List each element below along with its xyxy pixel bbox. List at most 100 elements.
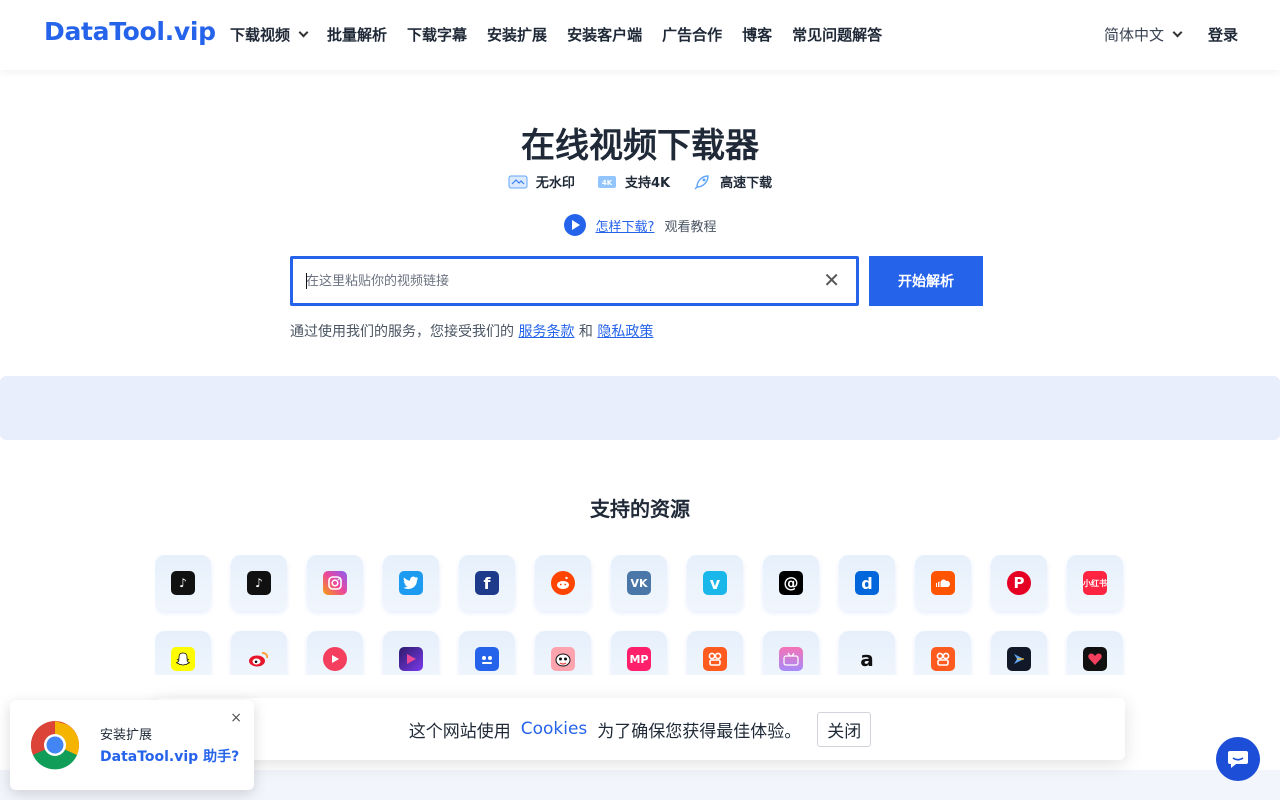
site-header: DataTool.vip 下载视频 批量解析 下载字幕 安装扩展 安装客户端 广…: [0, 0, 1280, 70]
tiktok-icon: ♪: [171, 571, 195, 595]
text-caret: [306, 273, 307, 289]
terms-notice: 通过使用我们的服务，您接受我们的 服务条款 和 隐私政策: [290, 321, 653, 341]
source-xigua[interactable]: [991, 631, 1047, 675]
page-title: 在线视频下载器: [521, 126, 759, 166]
main-nav: 下载视频 批量解析 下载字幕 安装扩展 安装客户端 广告合作 博客 常见问题解答: [230, 24, 882, 45]
soundcloud-icon: [931, 571, 955, 595]
howto-link[interactable]: 怎样下载?: [596, 216, 655, 235]
howto-text: 观看教程: [664, 219, 717, 235]
search-box: ✕: [290, 256, 859, 306]
kuaishou-icon: [703, 647, 727, 671]
cookie-close-button[interactable]: 关闭: [817, 711, 872, 747]
terms-prefix: 通过使用我们的服务，您接受我们的: [290, 324, 514, 340]
source-vk[interactable]: VK: [611, 555, 667, 611]
source-weibo[interactable]: [231, 631, 287, 675]
weishi-icon: [1083, 647, 1107, 671]
vimeo-icon: v: [703, 571, 727, 595]
source-facebook[interactable]: f: [459, 555, 515, 611]
vk-icon: VK: [627, 571, 651, 595]
xiaohongshu-label: 小红书: [1083, 578, 1107, 588]
source-pinterest[interactable]: P: [991, 555, 1047, 611]
nav-ad-partnership[interactable]: 广告合作: [662, 24, 722, 45]
source-vimeo[interactable]: v: [687, 555, 743, 611]
play-icon[interactable]: [563, 214, 586, 236]
sources-grid: ♪ ♪ f VK v @ d P 小红书 MP a: [155, 555, 1135, 675]
source-twitter[interactable]: [383, 555, 439, 611]
rocket-icon: [692, 174, 712, 190]
chevron-down-icon: [1172, 27, 1183, 38]
threads-icon: @: [779, 571, 803, 595]
login-link[interactable]: 登录: [1208, 24, 1238, 45]
clear-icon[interactable]: ✕: [823, 270, 840, 290]
source-xiaohongshu[interactable]: 小红书: [1067, 555, 1123, 611]
nav-install-client[interactable]: 安装客户端: [567, 24, 642, 45]
cookie-text-suffix: 为了确保您获得最佳体验。: [597, 721, 802, 742]
nav-faq[interactable]: 常见问题解答: [792, 24, 882, 45]
source-reddit[interactable]: [535, 555, 591, 611]
reddit-icon: [551, 571, 575, 595]
meipai-icon: MP: [627, 647, 651, 671]
qichezhijia-icon: [475, 647, 499, 671]
feature-label: 高速下载: [720, 176, 773, 191]
amazon-icon: a: [860, 647, 874, 671]
source-instagram[interactable]: [307, 555, 363, 611]
source-snapchat[interactable]: [155, 631, 211, 675]
pinterest-icon: P: [1007, 571, 1031, 595]
nav-download-subtitles[interactable]: 下载字幕: [407, 24, 467, 45]
snapchat-icon: [171, 647, 195, 671]
nav-blog[interactable]: 博客: [742, 24, 772, 45]
source-meipai[interactable]: MP: [611, 631, 667, 675]
feature-label: 无水印: [535, 176, 575, 191]
twitter-icon: [399, 571, 423, 595]
weibo-icon: [247, 647, 271, 671]
nav-label: 下载视频: [230, 26, 291, 44]
close-icon[interactable]: ×: [230, 710, 242, 726]
source-dailymotion[interactable]: d: [839, 555, 895, 611]
source-douyin[interactable]: ♪: [231, 555, 287, 611]
terms-of-service-link[interactable]: 服务条款: [518, 324, 574, 340]
feature-fast-download: 高速下载: [692, 172, 772, 191]
instagram-icon: [323, 571, 347, 595]
facebook-icon: f: [475, 571, 499, 595]
howto-row: 怎样下载? 观看教程: [0, 214, 1280, 236]
source-qichezhijia[interactable]: [459, 631, 515, 675]
source-kuaishou-lite[interactable]: [915, 631, 971, 675]
start-parse-button[interactable]: 开始解析: [869, 256, 983, 306]
dailymotion-icon: d: [855, 571, 879, 595]
haokan-icon: [399, 647, 423, 671]
source-tiktok[interactable]: ♪: [155, 555, 211, 611]
source-soundcloud[interactable]: [915, 555, 971, 611]
site-logo[interactable]: DataTool.vip: [44, 17, 216, 46]
source-amazon[interactable]: a: [839, 631, 895, 675]
extension-popup-title: 安装扩展: [100, 728, 153, 743]
feature-4k: 4K 支持4K: [597, 172, 670, 191]
svg-text:4K: 4K: [602, 179, 613, 187]
language-label: 简体中文: [1104, 26, 1165, 44]
bilibili-icon: [779, 647, 803, 671]
chat-button[interactable]: [1216, 737, 1260, 781]
extension-popup: × 安装扩展 DataTool.vip 助手?: [10, 700, 254, 790]
nav-download-video[interactable]: 下载视频: [230, 24, 309, 45]
source-kuaishou[interactable]: [687, 631, 743, 675]
douyin-icon: ♪: [247, 571, 271, 595]
privacy-policy-link[interactable]: 隐私政策: [597, 324, 653, 340]
language-selector[interactable]: 简体中文: [1104, 24, 1183, 45]
extension-popup-link[interactable]: DataTool.vip 助手?: [100, 746, 239, 766]
source-threads[interactable]: @: [763, 555, 819, 611]
nav-install-extension[interactable]: 安装扩展: [487, 24, 547, 45]
source-haokan[interactable]: [383, 631, 439, 675]
zuiyou-icon: [551, 647, 575, 671]
xiaohongshu-icon: 小红书: [1083, 571, 1107, 595]
video-url-input[interactable]: [293, 261, 793, 301]
nav-batch-parse[interactable]: 批量解析: [327, 24, 387, 45]
source-weishi[interactable]: [1067, 631, 1123, 675]
chrome-icon: [30, 721, 80, 770]
source-pipixia[interactable]: [307, 631, 363, 675]
4k-icon: 4K: [597, 174, 617, 190]
sources-title: 支持的资源: [590, 497, 690, 521]
chat-icon: [1228, 751, 1248, 768]
source-bilibili[interactable]: [763, 631, 819, 675]
cookies-link[interactable]: Cookies: [521, 719, 588, 739]
feature-list: 无水印 4K 支持4K 高速下载: [0, 172, 1280, 191]
source-zuiyou[interactable]: [535, 631, 591, 675]
